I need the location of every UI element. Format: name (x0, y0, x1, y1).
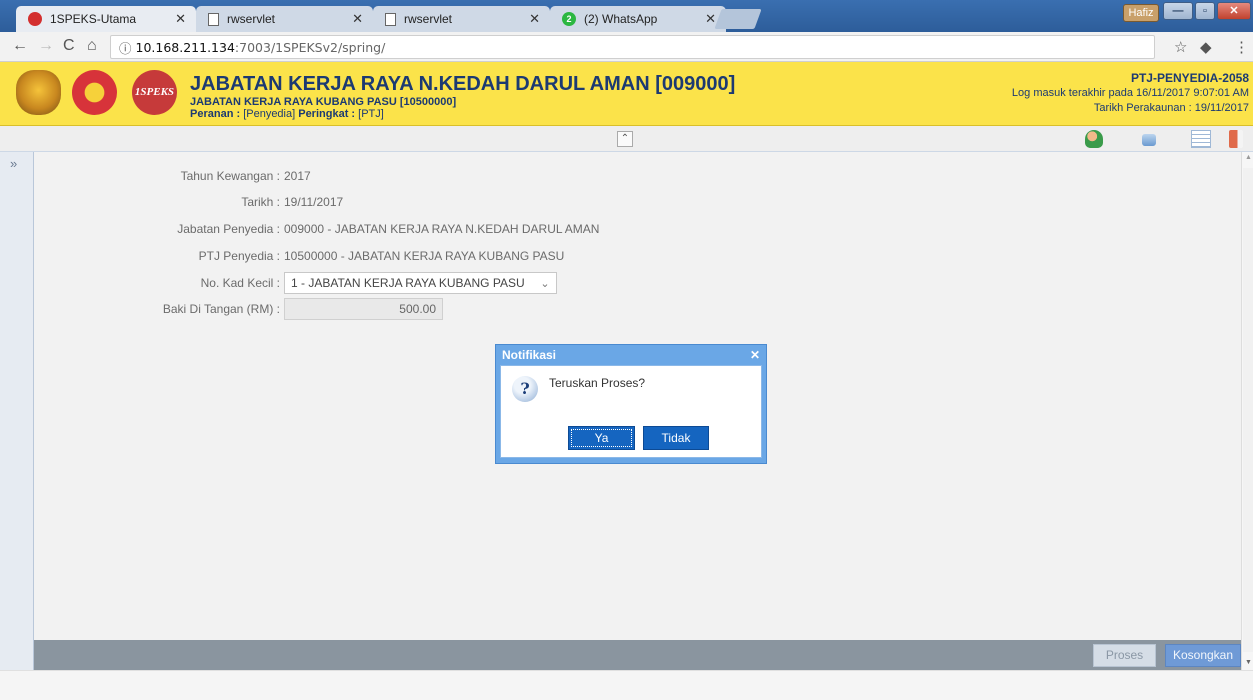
baki-label: Baki Di Tangan (RM) : (162, 302, 280, 316)
user-profile-icon[interactable] (1085, 130, 1103, 148)
kosongkan-button[interactable]: Kosongkan (1165, 644, 1241, 667)
back-arrow-icon[interactable]: ← (12, 37, 28, 55)
scroll-up-arrow-icon[interactable]: ▲ (1245, 154, 1252, 161)
ya-button[interactable]: Ya (568, 426, 635, 450)
new-tab-button[interactable] (714, 9, 762, 29)
minimize-button[interactable]: — (1163, 2, 1193, 20)
malaysia-crest-logo (16, 70, 61, 115)
tidak-button[interactable]: Tidak (643, 426, 709, 450)
ptj-value: 10500000 - JABATAN KERJA RAYA KUBANG PAS… (284, 249, 565, 263)
dialog-message: Teruskan Proses? (549, 376, 646, 390)
tahun-value: 2017 (284, 169, 311, 183)
expand-right-icon[interactable]: » (10, 156, 17, 171)
maximize-button[interactable]: ▫ (1195, 2, 1215, 20)
bottom-strip (0, 670, 1253, 700)
extension-icon[interactable]: ◆ (1200, 38, 1212, 56)
form-row-kad: No. Kad Kecil : 1 - JABATAN KERJA RAYA K… (34, 272, 557, 294)
document-icon (385, 12, 396, 26)
tab-title: 1SPEKS-Utama (50, 12, 137, 26)
browser-tab-strip: 1SPEKS-Utama ✕ rwservlet ✕ rwservlet ✕ 2… (0, 0, 1253, 32)
form-row-ptj: PTJ Penyedia : 10500000 - JABATAN KERJA … (34, 246, 565, 266)
page-title: JABATAN KERJA RAYA N.KEDAH DARUL AMAN [0… (190, 73, 736, 95)
close-icon[interactable]: ✕ (750, 348, 760, 362)
baki-field: 500.00 (284, 298, 443, 320)
side-menu-rail: » (0, 152, 34, 670)
url-path: :7003/1SPEKSv2/spring/ (234, 39, 386, 55)
kedah-state-logo (72, 70, 117, 115)
scroll-thumb[interactable] (1243, 168, 1253, 652)
page-scrollbar[interactable]: ▲ ▼ (1241, 152, 1253, 670)
ptj-label: PTJ Penyedia : (198, 249, 280, 263)
user-id: PTJ-PENYEDIA-2058 (1130, 71, 1249, 85)
window-user-badge[interactable]: Hafiz (1123, 4, 1159, 22)
dialog-header: Notifikasi ✕ (500, 345, 762, 365)
level-label: Peringkat : (295, 108, 359, 120)
logout-icon[interactable] (1229, 130, 1243, 148)
site-info-icon[interactable]: ⓘ (119, 38, 132, 57)
jabatan-label: Jabatan Penyedia : (177, 222, 280, 236)
tab-title: (2) WhatsApp (584, 12, 658, 26)
level-value: [PTJ] (358, 108, 384, 120)
app-header: 1SPEKS JABATAN KERJA RAYA N.KEDAH DARUL … (0, 62, 1253, 126)
jabatan-value: 009000 - JABATAN KERJA RAYA N.KEDAH DARU… (284, 222, 600, 236)
list-icon[interactable] (1191, 130, 1211, 148)
form-row-jabatan: Jabatan Penyedia : 009000 - JABATAN KERJ… (34, 219, 599, 239)
kad-selected-value: 1 - JABATAN KERJA RAYA KUBANG PASU (291, 276, 525, 290)
question-icon: ? (512, 376, 538, 402)
whatsapp-icon: 2 (562, 12, 576, 26)
chevron-down-icon: ⌄ (540, 277, 550, 290)
document-icon (208, 12, 219, 26)
ptj-subtitle: JABATAN KERJA RAYA KUBANG PASU [10500000… (190, 96, 457, 108)
kad-kecil-select[interactable]: 1 - JABATAN KERJA RAYA KUBANG PASU ⌄ (284, 272, 557, 294)
speks-logo: 1SPEKS (132, 70, 177, 115)
role-line: Peranan : [Penyedia] Peringkat : [PTJ] (190, 108, 384, 120)
notification-dialog: Notifikasi ✕ ? Teruskan Proses? Ya Tidak (495, 344, 767, 464)
bookmark-star-icon[interactable]: ☆ (1174, 38, 1187, 56)
dialog-title: Notifikasi (502, 348, 557, 362)
user-info: PTJ-PENYEDIA-2058 Log masuk terakhir pad… (1012, 71, 1249, 116)
form-row-baki: Baki Di Tangan (RM) : 500.00 (34, 298, 443, 320)
last-login: Log masuk terakhir pada 16/11/2017 9:07:… (1011, 87, 1249, 99)
window-close-button[interactable]: ✕ (1217, 2, 1251, 20)
tab-whatsapp[interactable]: 2 (2) WhatsApp ✕ (550, 6, 726, 32)
collapse-up-icon[interactable]: ⌃ (617, 131, 633, 147)
tab-title: rwservlet (404, 12, 453, 26)
close-tab-icon[interactable]: ✕ (705, 11, 716, 27)
tab-rwservlet-1[interactable]: rwservlet ✕ (196, 6, 373, 32)
account-date: Tarikh Perakaunan : 19/11/2017 (1093, 102, 1249, 114)
tahun-label: Tahun Kewangan : (180, 169, 280, 183)
action-footer: Proses Kosongkan (34, 640, 1241, 670)
tab-1speks-utama[interactable]: 1SPEKS-Utama ✕ (16, 6, 196, 32)
forward-arrow-icon[interactable]: → (38, 37, 54, 55)
proses-button[interactable]: Proses (1093, 644, 1156, 667)
url-host: 10.168.211.134 (135, 39, 235, 55)
tab-rwservlet-2[interactable]: rwservlet ✕ (373, 6, 550, 32)
form-row-tarikh: Tarikh : 19/11/2017 (34, 192, 343, 212)
dialog-body: ? Teruskan Proses? Ya Tidak (500, 365, 762, 458)
menu-kebab-icon[interactable]: ⋮ (1234, 38, 1249, 56)
lock-icon[interactable] (1142, 134, 1156, 146)
scroll-down-arrow-icon[interactable]: ▼ (1245, 659, 1252, 666)
url-input[interactable]: ⓘ 10.168.211.134 :7003/1SPEKSv2/spring/ (110, 35, 1155, 59)
close-tab-icon[interactable]: ✕ (352, 11, 363, 27)
tarikh-value: 19/11/2017 (284, 195, 344, 209)
tab-title: rwservlet (227, 12, 276, 26)
role-label: Peranan : (190, 108, 244, 120)
tarikh-label: Tarikh : (241, 195, 280, 209)
role-value: [Penyedia] (243, 108, 296, 120)
reload-icon[interactable]: C (63, 37, 75, 55)
home-icon[interactable]: ⌂ (87, 37, 97, 55)
kad-label: No. Kad Kecil : (200, 276, 280, 290)
address-bar: ← → C ⌂ ⓘ 10.168.211.134 :7003/1SPEKSv2/… (0, 32, 1253, 62)
form-row-tahun: Tahun Kewangan : 2017 (34, 166, 311, 186)
close-tab-icon[interactable]: ✕ (175, 11, 186, 27)
app-toolbar: ⌃ (0, 126, 1253, 152)
close-tab-icon[interactable]: ✕ (529, 11, 540, 27)
speks-favicon-icon (28, 12, 42, 26)
